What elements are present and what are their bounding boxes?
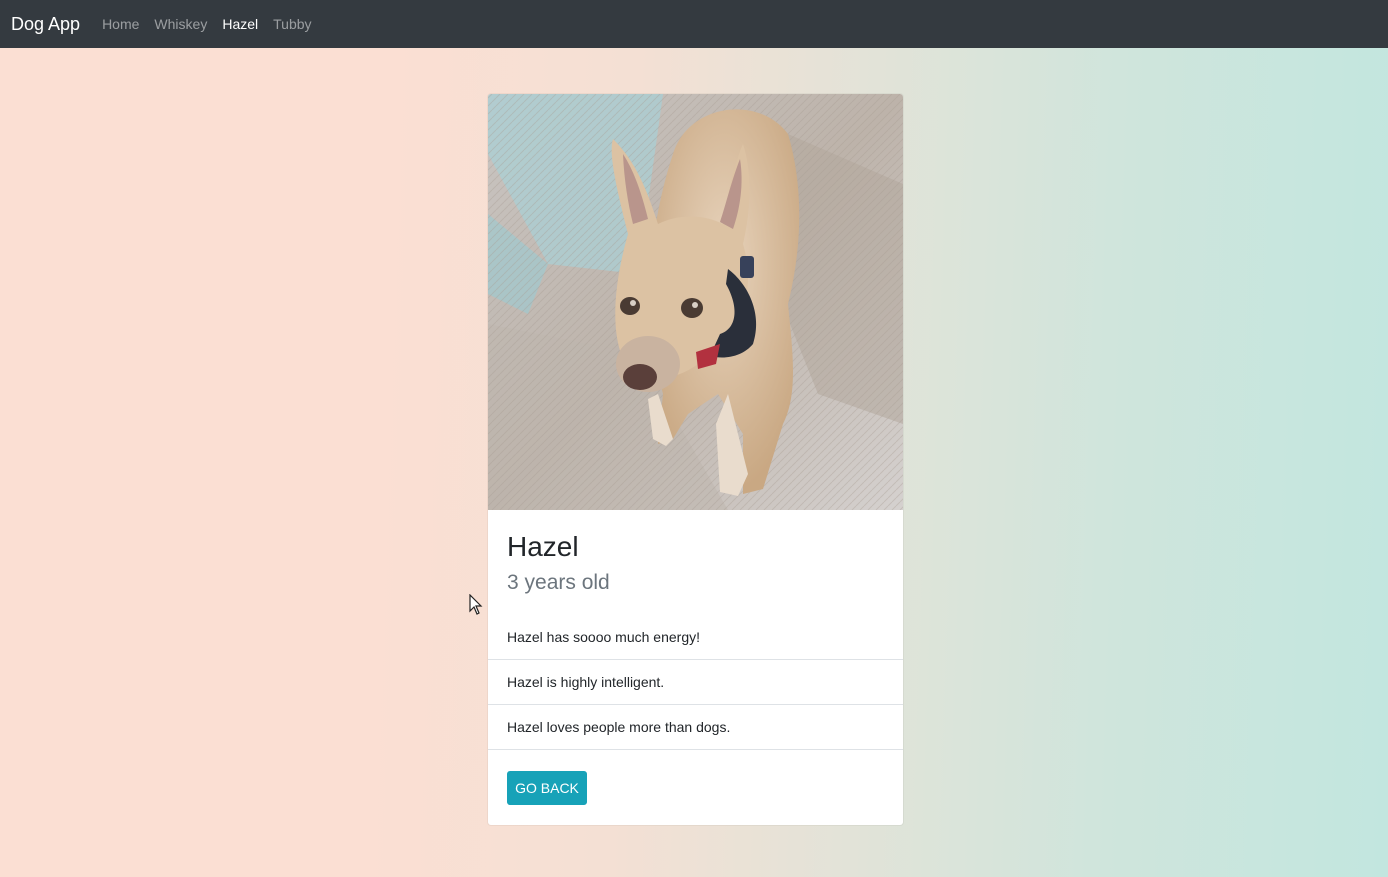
dog-age: 3 years old	[507, 571, 610, 594]
list-item: Hazel is highly intelligent.	[488, 660, 903, 705]
dog-name: Hazel	[507, 531, 579, 562]
navbar: Dog App Home Whiskey Hazel Tubby	[0, 0, 1388, 48]
dog-photo	[488, 94, 903, 510]
nav-link-hazel[interactable]: Hazel	[222, 17, 258, 31]
nav-links: Home Whiskey Hazel Tubby	[102, 17, 326, 31]
nav-link-home[interactable]: Home	[102, 17, 139, 31]
list-item: Hazel has soooo much energy!	[488, 615, 903, 660]
go-back-button[interactable]: Go Back	[507, 771, 587, 805]
nav-link-tubby[interactable]: Tubby	[273, 17, 311, 31]
dog-card: Hazel 3 years old Hazel has soooo much e…	[488, 94, 903, 825]
brand-link[interactable]: Dog App	[11, 15, 80, 33]
dog-facts-list: Hazel has soooo much energy! Hazel is hi…	[488, 615, 903, 750]
list-item: Hazel loves people more than dogs.	[488, 705, 903, 750]
mouse-cursor-icon	[469, 594, 483, 615]
nav-link-whiskey[interactable]: Whiskey	[154, 17, 207, 31]
